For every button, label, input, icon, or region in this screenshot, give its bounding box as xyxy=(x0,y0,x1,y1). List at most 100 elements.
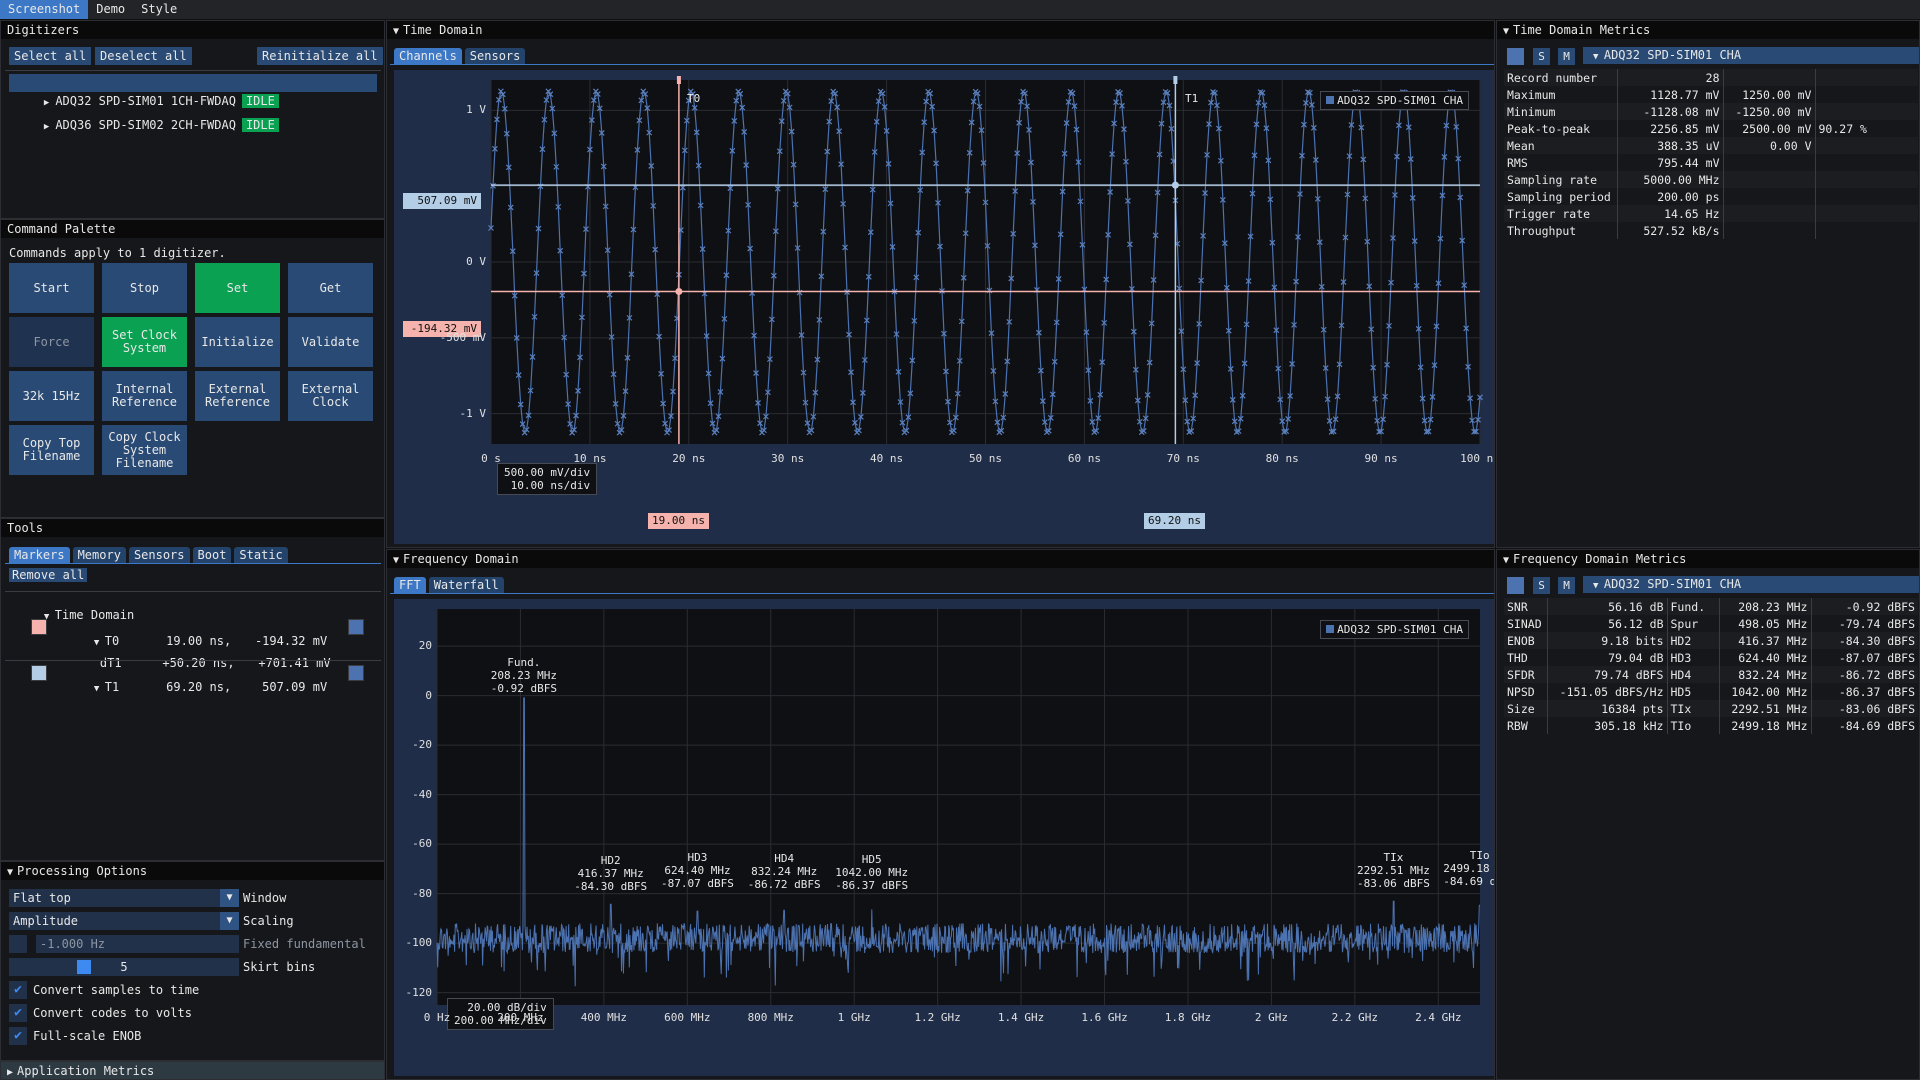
peak-label1: 2499.18 MHz xyxy=(1443,862,1490,876)
scaling-select[interactable]: Amplitude ▼ xyxy=(9,912,239,930)
metrics-cell: 208.23 MHz xyxy=(1718,598,1811,615)
frequency-domain-metrics-panel: ▼ Frequency Domain Metrics S M ▼ ADQ32 SP… xyxy=(1496,549,1920,1080)
channel-selector[interactable]: ▼ ADQ32 SPD-SIM01 CHA xyxy=(1583,576,1919,593)
frequency-domain-title[interactable]: ▼ Frequency Domain xyxy=(387,550,1494,568)
peak-label1: 416.37 MHz xyxy=(577,867,644,881)
slider-handle[interactable] xyxy=(77,960,91,974)
command-button[interactable]: Copy Top Filename xyxy=(9,425,94,475)
convert-codes-checkbox[interactable]: ✔ xyxy=(9,1004,27,1022)
command-button[interactable]: Get xyxy=(288,263,373,313)
menu-style[interactable]: Style xyxy=(133,0,185,19)
fft-legend[interactable]: ADQ32 SPD-SIM01 CHA xyxy=(1320,620,1469,639)
tab-markers[interactable]: Markers xyxy=(9,547,70,563)
marker-t1-color[interactable] xyxy=(31,665,47,681)
command-button[interactable]: Internal Reference xyxy=(102,371,187,421)
tab-sensors[interactable]: Sensors xyxy=(464,48,526,64)
metrics-cell: 388.35 uV xyxy=(1616,137,1723,154)
peak-name: TIx xyxy=(1383,851,1404,865)
t1-value-tag[interactable]: 507.09 mV xyxy=(403,193,481,209)
peak-label2: -86.72 dBFS xyxy=(747,878,821,892)
tab-channels[interactable]: Channels xyxy=(394,48,462,64)
tab-sensors[interactable]: Sensors xyxy=(128,547,190,563)
fd-metrics-title[interactable]: ▼ Frequency Domain Metrics xyxy=(1497,550,1919,568)
select-all-button[interactable]: Select all xyxy=(9,47,92,65)
marker-t1-row[interactable]: ▼ T1 69.20 ns, 507.09 mV xyxy=(65,666,327,708)
convert-samples-checkbox[interactable]: ✔ xyxy=(9,981,27,999)
command-button[interactable]: External Reference xyxy=(195,371,280,421)
solo-button[interactable]: S xyxy=(1533,577,1550,594)
metrics-row: RMS 795.44 mV xyxy=(1504,154,1918,171)
tab-static[interactable]: Static xyxy=(234,547,288,563)
peak-annotation: HD3 624.40 MHz -87.07 dBFS xyxy=(652,851,742,890)
deselect-all-button[interactable]: Deselect all xyxy=(95,47,192,65)
mute-button[interactable]: M xyxy=(1558,577,1575,594)
application-metrics-title[interactable]: ▶ Application Metrics xyxy=(1,1062,384,1079)
command-button[interactable]: Set xyxy=(195,263,280,313)
metrics-cell: 0.00 V xyxy=(1722,137,1815,154)
title-text: Frequency Domain Metrics xyxy=(1513,552,1687,566)
t0-time-tag[interactable]: 19.00 ns xyxy=(648,513,709,529)
reinitialize-all-button[interactable]: Reinitialize all xyxy=(257,47,383,65)
td-metrics-title[interactable]: ▼ Time Domain Metrics xyxy=(1497,21,1919,39)
time-legend[interactable]: ADQ32 SPD-SIM01 CHA xyxy=(1320,91,1469,110)
processing-options-title[interactable]: ▼ Processing Options xyxy=(1,862,384,880)
marker-t0-color[interactable] xyxy=(31,619,47,635)
legend-label: ADQ32 SPD-SIM01 CHA xyxy=(1337,623,1463,636)
collapse-arrow-icon: ▼ xyxy=(393,555,400,566)
command-button[interactable]: Stop xyxy=(102,263,187,313)
remove-all-button[interactable]: Remove all xyxy=(9,568,88,582)
channel-selector[interactable]: ▼ ADQ32 SPD-SIM01 CHA xyxy=(1583,47,1919,64)
command-button[interactable]: Start xyxy=(9,263,94,313)
full-scale-enob-checkbox[interactable]: ✔ xyxy=(9,1027,27,1045)
x-tick-label: 400 MHz xyxy=(580,1011,628,1024)
y-tick-label: -60 xyxy=(412,837,432,851)
tab-memory[interactable]: Memory xyxy=(72,547,126,563)
marker-t0-trace-color[interactable] xyxy=(348,619,364,635)
mute-button[interactable]: M xyxy=(1558,48,1575,65)
metrics-cell: 795.44 mV xyxy=(1616,154,1723,171)
command-button[interactable]: External Clock xyxy=(288,371,373,421)
command-button[interactable]: Initialize xyxy=(195,317,280,367)
window-select[interactable]: Flat top ▼ xyxy=(9,889,239,907)
metrics-cell: Size xyxy=(1504,700,1547,717)
x-tick-label: 0 Hz xyxy=(423,1011,451,1024)
command-button[interactable]: Force xyxy=(9,317,94,367)
divider xyxy=(5,591,381,592)
metrics-row: SFDR 79.74 dBFS HD4 832.24 MHz -86.72 dBFS xyxy=(1504,666,1918,683)
tab-boot[interactable]: Boot xyxy=(192,547,232,563)
fixed-fundamental-input[interactable]: -1.000 Hz xyxy=(36,935,239,953)
x-tick-label: 90 ns xyxy=(1364,452,1398,465)
menu-demo[interactable]: Demo xyxy=(88,0,133,19)
skirt-bins-slider[interactable]: 5 xyxy=(9,958,239,976)
metrics-cell: 624.40 MHz xyxy=(1718,649,1811,666)
peak-name: HD5 xyxy=(861,853,882,867)
expand-arrow-icon: ▶ xyxy=(7,1067,14,1078)
command-button[interactable]: 32k 15Hz xyxy=(9,371,94,421)
command-button[interactable]: Set Clock System xyxy=(102,317,187,367)
peak-label1: 2292.51 MHz xyxy=(1356,864,1430,878)
tab-waterfall[interactable]: Waterfall xyxy=(428,577,504,593)
menu-screenshot[interactable]: Screenshot xyxy=(0,0,89,19)
metrics-cell: -151.05 dBFS/Hz xyxy=(1546,683,1667,700)
channel-color-swatch[interactable] xyxy=(1507,48,1524,65)
command-button[interactable]: Validate xyxy=(288,317,373,367)
t1-time-tag[interactable]: 69.20 ns xyxy=(1144,513,1205,529)
digitizer-name: ADQ36 SPD-SIM02 2CH-FWDAQ xyxy=(55,118,236,132)
fft-plot[interactable] xyxy=(436,609,1480,1005)
marker-t1-trace-color[interactable] xyxy=(348,665,364,681)
metrics-cell: Sampling period xyxy=(1504,188,1617,205)
solo-button[interactable]: S xyxy=(1533,48,1550,65)
metrics-cell: 1128.77 mV xyxy=(1616,86,1723,103)
tools-tabs: Markers Memory Sensors Boot Static xyxy=(9,547,288,563)
digitizer-item[interactable]: ▶ ADQ32 SPD-SIM01 1CH-FWDAQ IDLE xyxy=(9,74,377,108)
fixed-fundamental-checkbox[interactable] xyxy=(9,935,27,953)
metrics-cell: 416.37 MHz xyxy=(1718,632,1811,649)
command-button[interactable]: Copy Clock System Filename xyxy=(102,425,187,475)
metrics-cell xyxy=(1722,188,1815,205)
metrics-cell xyxy=(1722,222,1815,239)
channel-color-swatch[interactable] xyxy=(1507,577,1524,594)
time-domain-plot[interactable] xyxy=(488,76,1483,444)
time-domain-title[interactable]: ▼ Time Domain xyxy=(387,21,1494,39)
tab-fft[interactable]: FFT xyxy=(394,577,426,593)
digitizer-item[interactable]: ▶ ADQ36 SPD-SIM02 2CH-FWDAQ IDLE xyxy=(9,98,279,132)
